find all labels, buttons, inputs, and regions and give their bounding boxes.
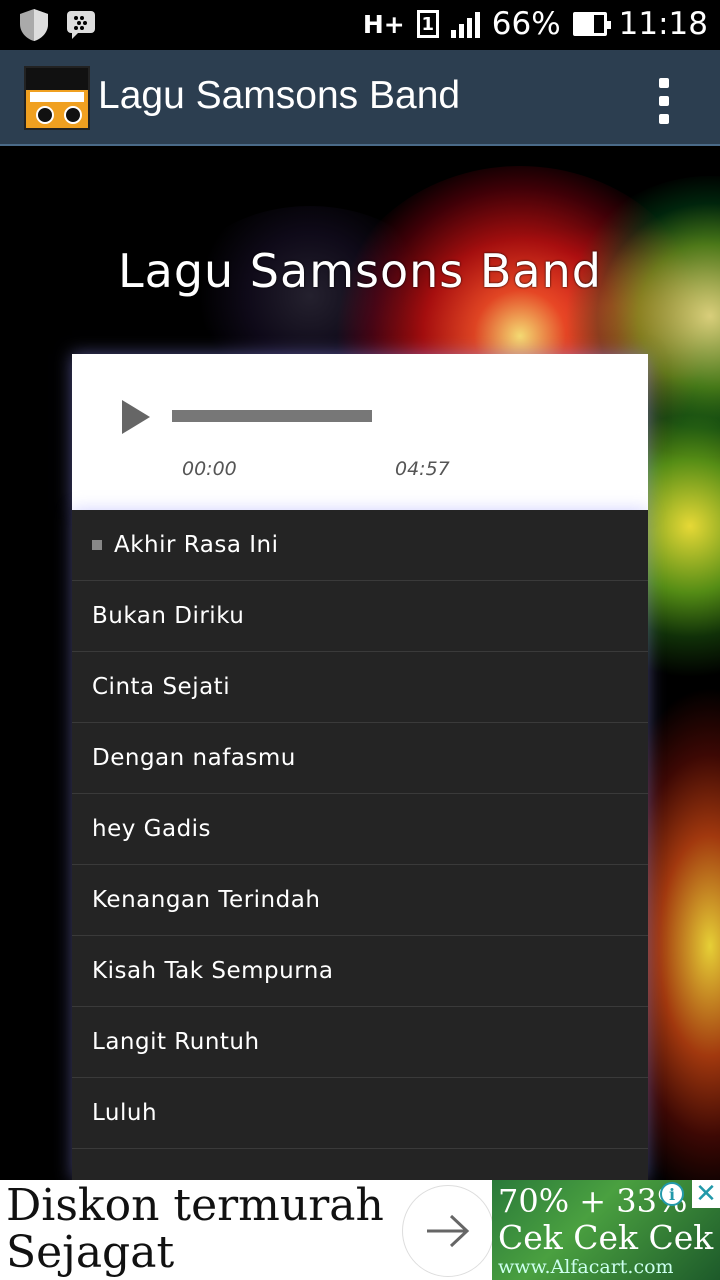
- ad-cta: Cek Cek Cek: [498, 1218, 714, 1257]
- song-list: Akhir Rasa Ini Bukan Diriku Cinta Sejati…: [72, 510, 648, 1180]
- list-item[interactable]: Dengan nafasmu: [72, 723, 648, 794]
- ad-banner[interactable]: Diskon termurah Sejagat 70% + 33% Cek Ce…: [0, 1180, 720, 1280]
- list-item[interactable]: Bukan Diriku: [72, 581, 648, 652]
- app-bar: Lagu Samsons Band: [0, 50, 720, 146]
- ad-close-icon[interactable]: ✕: [692, 1180, 720, 1209]
- list-item[interactable]: Cinta Sejati: [72, 652, 648, 723]
- song-title: Bukan Diriku: [92, 603, 245, 629]
- song-title: Cinta Sejati: [92, 674, 231, 700]
- arrow-right-icon: [427, 1214, 470, 1248]
- hero-title: Lagu Samsons Band: [118, 244, 602, 298]
- song-title: Langit Runtuh: [92, 1029, 260, 1055]
- song-title: Kenangan Terindah: [92, 887, 321, 913]
- ad-offer: 70% + 33%: [498, 1182, 688, 1220]
- ad-headline: Diskon termurah Sejagat: [6, 1180, 384, 1278]
- ad-url: www.Alfacart.com: [498, 1256, 674, 1278]
- list-item[interactable]: hey Gadis: [72, 794, 648, 865]
- network-type: H+: [362, 9, 405, 39]
- audio-player: 00:00 04:57: [72, 354, 648, 510]
- list-item[interactable]: Luluh: [72, 1078, 648, 1149]
- total-time: 04:57: [395, 458, 450, 480]
- sim-icon: 1: [416, 10, 439, 38]
- current-time: 00:00: [182, 458, 237, 480]
- now-playing-marker: [92, 540, 102, 550]
- song-title: Luluh: [92, 1100, 158, 1126]
- status-bar: H+ 1 66% 11:18: [0, 0, 720, 50]
- bbm-icon: [67, 11, 95, 39]
- list-item[interactable]: Akhir Rasa Ini: [72, 510, 648, 581]
- progress-bar[interactable]: [172, 410, 372, 422]
- overflow-menu-icon[interactable]: [654, 78, 674, 124]
- list-item[interactable]: Kisah Tak Sempurna: [72, 936, 648, 1007]
- list-item[interactable]: [72, 1149, 648, 1180]
- play-icon[interactable]: [122, 400, 150, 434]
- clock: 11:18: [618, 6, 708, 42]
- battery-percent: 66%: [491, 6, 561, 42]
- list-item[interactable]: Kenangan Terindah: [72, 865, 648, 936]
- battery-icon: [572, 12, 611, 36]
- app-logo: [24, 66, 90, 130]
- song-title: Dengan nafasmu: [92, 745, 296, 771]
- list-item[interactable]: Langit Runtuh: [72, 1007, 648, 1078]
- song-title: hey Gadis: [92, 816, 212, 842]
- signal-icon: [450, 10, 480, 38]
- song-title: Akhir Rasa Ini: [114, 532, 279, 558]
- shield-icon: [20, 9, 48, 41]
- app-title: Lagu Samsons Band: [98, 74, 461, 117]
- ad-image: 70% + 33% Cek Cek Cek www.Alfacart.com: [492, 1180, 720, 1280]
- ad-arrow-button[interactable]: [402, 1185, 494, 1277]
- song-title: Kisah Tak Sempurna: [92, 958, 334, 984]
- ad-info-icon[interactable]: i: [660, 1182, 684, 1206]
